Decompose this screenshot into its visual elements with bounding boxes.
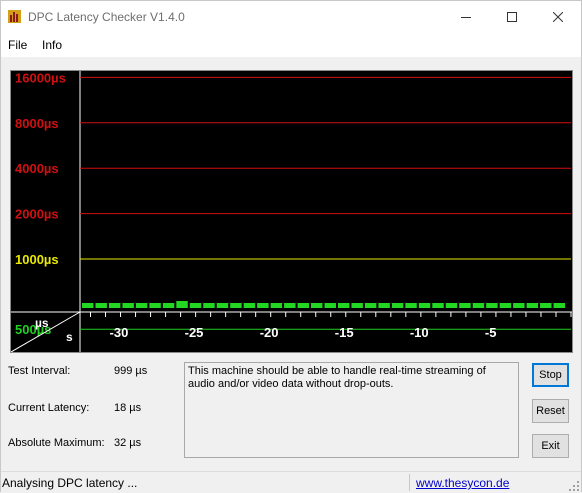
latency-bar (216, 303, 229, 308)
maximize-button[interactable] (489, 1, 535, 33)
latency-bar (284, 303, 296, 308)
latency-chart: 16000µs8000µs4000µs2000µs1000µs500µs -30-… (11, 71, 572, 352)
absolute-maximum-value: 32 µs (114, 437, 142, 449)
menu-bar: File Info (1, 33, 581, 57)
title-bar[interactable]: DPC Latency Checker V1.4.0 (1, 1, 581, 33)
x-tick-label: -10 (410, 325, 429, 340)
maximize-icon (507, 12, 517, 22)
stop-button[interactable]: Stop (532, 363, 569, 387)
x-tick-label: -25 (185, 325, 204, 340)
minimize-icon (461, 17, 471, 18)
resize-grip-icon[interactable] (569, 481, 579, 491)
latency-bar (513, 303, 525, 308)
latency-bar (432, 303, 444, 308)
latency-bar (82, 303, 94, 308)
absolute-maximum-label: Absolute Maximum: (8, 437, 105, 449)
y-tick-label: 16000µs (15, 71, 66, 85)
app-logo-icon (8, 10, 21, 23)
current-latency-value: 18 µs (114, 402, 142, 414)
latency-bar (257, 303, 269, 308)
latency-bar (351, 303, 363, 308)
latency-bar (405, 303, 417, 308)
latency-bar (270, 303, 283, 308)
latency-bar (122, 303, 134, 308)
x-tick-label: -30 (110, 325, 129, 340)
close-icon (553, 12, 563, 22)
reset-button[interactable]: Reset (532, 399, 569, 423)
status-message-box: This machine should be able to handle re… (184, 362, 519, 458)
close-button[interactable] (535, 1, 581, 33)
x-tick-label: -5 (485, 325, 497, 340)
app-window: DPC Latency Checker V1.4.0 File Info 160… (0, 0, 582, 493)
latency-bar (459, 303, 471, 308)
latency-bar (499, 303, 512, 308)
latency-bar (95, 303, 107, 308)
exit-button[interactable]: Exit (532, 434, 569, 458)
latency-bar (553, 303, 565, 308)
latency-bar (378, 303, 390, 308)
latency-bar (445, 303, 458, 308)
latency-bar (189, 303, 202, 308)
test-interval-value: 999 µs (114, 365, 148, 377)
y-tick-label: 1000µs (15, 252, 59, 267)
latency-bar (540, 303, 552, 308)
latency-bar (297, 303, 310, 308)
latency-bar (324, 303, 336, 308)
website-link[interactable]: www.thesycon.de (416, 476, 509, 490)
latency-bar (162, 303, 175, 308)
x-unit-label: s (66, 330, 73, 344)
latency-bar (203, 303, 215, 308)
latency-bar (526, 303, 539, 308)
status-bar: Analysing DPC latency ... www.thesycon.d… (1, 471, 581, 493)
y-tick-label: 8000µs (15, 116, 59, 131)
latency-bar (418, 303, 431, 308)
window-title: DPC Latency Checker V1.4.0 (28, 10, 185, 24)
latency-bar (391, 303, 404, 308)
test-interval-label: Test Interval: (8, 365, 71, 377)
latency-bar (472, 303, 485, 308)
status-text: Analysing DPC latency ... (2, 476, 138, 490)
y-unit-label: µs (35, 316, 49, 330)
latency-bar (149, 303, 161, 308)
x-tick-label: -15 (335, 325, 354, 340)
latency-bar (337, 303, 350, 308)
latency-graph: 16000µs 8000µs 4000µs 2000µs 1000µs 500µs -30-… (10, 70, 573, 353)
latency-bar (135, 303, 148, 308)
latency-bar (311, 303, 323, 308)
minimize-button[interactable] (443, 1, 489, 33)
latency-bar (230, 303, 242, 308)
latency-bar (108, 303, 121, 308)
latency-bar (243, 303, 256, 308)
y-tick-label: 4000µs (15, 161, 59, 176)
current-latency-label: Current Latency: (8, 402, 90, 414)
y-tick-label: 2000µs (15, 207, 59, 222)
latency-bar (364, 303, 377, 308)
latency-bar (486, 303, 498, 308)
x-tick-label: -20 (260, 325, 279, 340)
status-separator (409, 474, 410, 491)
latency-bar (176, 301, 188, 308)
menu-info[interactable]: Info (42, 38, 62, 52)
menu-file[interactable]: File (8, 38, 27, 52)
